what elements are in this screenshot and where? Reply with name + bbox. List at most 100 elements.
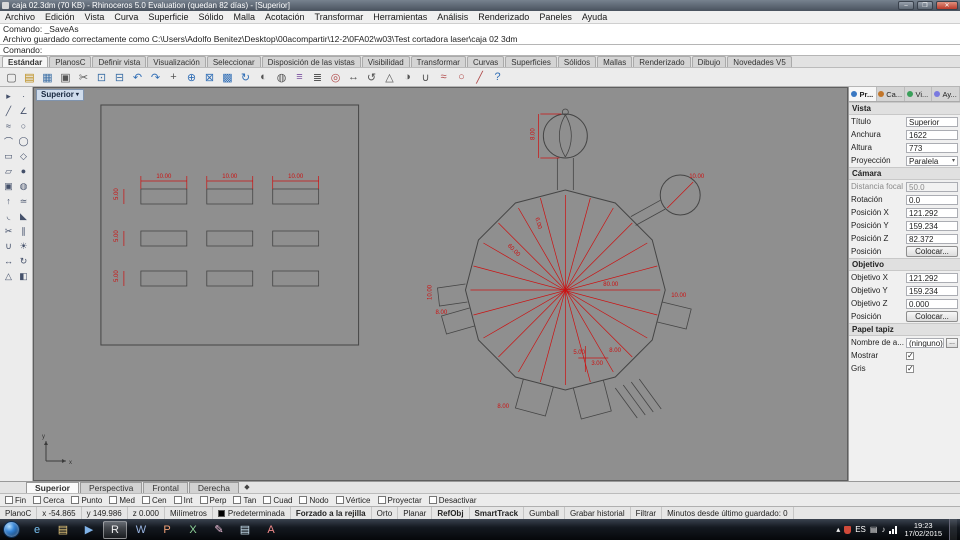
toolbar-tab[interactable]: Disposición de las vistas bbox=[261, 56, 361, 67]
tab-capas[interactable]: Ca... bbox=[876, 87, 905, 101]
checkbox-icon[interactable] bbox=[233, 496, 242, 504]
line-icon[interactable]: ╱ bbox=[471, 69, 488, 85]
save-icon[interactable]: ▦ bbox=[39, 69, 56, 85]
close-button[interactable]: ✕ bbox=[936, 1, 958, 10]
layers-icon[interactable]: ≡ bbox=[291, 69, 308, 85]
zoom-extents-icon[interactable]: ▩ bbox=[219, 69, 236, 85]
curve-icon[interactable]: ≈ bbox=[435, 69, 452, 85]
cylinder-tool-icon[interactable]: ◍ bbox=[16, 179, 31, 193]
new-file-icon[interactable]: ▢ bbox=[3, 69, 20, 85]
extrude-tool-icon[interactable]: ↑ bbox=[1, 194, 16, 208]
menu-item[interactable]: Sólido bbox=[193, 12, 228, 22]
proyeccion-dropdown[interactable]: Paralela bbox=[906, 155, 958, 166]
toolbar-tab[interactable]: Definir vista bbox=[92, 56, 147, 67]
volume-icon[interactable]: ♪ bbox=[881, 525, 885, 534]
osnap-toggle[interactable]: Tan bbox=[233, 496, 256, 505]
nombre-archivo-value[interactable]: (ninguno) bbox=[906, 337, 944, 348]
tab-visualizacion[interactable]: Vi... bbox=[904, 87, 933, 101]
viewport-tab-derecha[interactable]: Derecha bbox=[188, 482, 239, 493]
open-file-icon[interactable]: ▤ bbox=[21, 69, 38, 85]
anchura-value[interactable]: 1622 bbox=[906, 129, 958, 140]
posicion-y-value[interactable]: 159.234 bbox=[906, 220, 958, 231]
osnap-toggle[interactable]: Int bbox=[173, 496, 193, 505]
join-icon[interactable]: ∪ bbox=[417, 69, 434, 85]
viewport-tab-perspectiva[interactable]: Perspectiva bbox=[79, 482, 143, 493]
select-points-icon[interactable]: ∙ bbox=[16, 89, 31, 103]
zoom-icon[interactable]: ⊕ bbox=[183, 69, 200, 85]
undo-icon[interactable]: ↶ bbox=[129, 69, 146, 85]
box-tool-icon[interactable]: ▣ bbox=[1, 179, 16, 193]
objetivo-x-value[interactable]: 121.292 bbox=[906, 272, 958, 283]
menu-item[interactable]: Transformar bbox=[310, 12, 369, 22]
osnap-toggle[interactable]: Vértice bbox=[335, 496, 371, 505]
wireframe-view-icon[interactable]: ◍ bbox=[273, 69, 290, 85]
keyboard-icon[interactable]: ▤ bbox=[870, 525, 878, 534]
toolbar-tab[interactable]: PlanosC bbox=[49, 56, 92, 67]
notification-icon[interactable] bbox=[844, 525, 852, 534]
command-input[interactable]: Comando: bbox=[0, 44, 960, 56]
clock[interactable]: 19:23 17/02/2015 bbox=[904, 521, 942, 538]
checkbox-icon[interactable] bbox=[428, 496, 437, 504]
osnap-toggle[interactable]: Perp bbox=[199, 496, 226, 505]
mirror-tool-icon[interactable]: ◧ bbox=[16, 269, 31, 283]
checkbox-icon[interactable] bbox=[5, 496, 13, 504]
toolbar-tab[interactable]: Novedades V5 bbox=[727, 56, 792, 67]
toolbar-tab[interactable]: Sólidos bbox=[557, 56, 597, 67]
toolbar-tab[interactable]: Estándar bbox=[2, 56, 49, 67]
menu-item[interactable]: Ayuda bbox=[577, 12, 612, 22]
chamfer-tool-icon[interactable]: ◣ bbox=[16, 209, 31, 223]
layer-indicator[interactable]: Predeterminada bbox=[213, 507, 291, 519]
colocar-camera-button[interactable]: Colocar... bbox=[906, 246, 958, 257]
explode-tool-icon[interactable]: ☀ bbox=[16, 239, 31, 253]
viewport-title-tab[interactable]: Superior ▾ bbox=[36, 89, 84, 101]
select-icon[interactable]: ▸ bbox=[1, 89, 16, 103]
checkbox-icon[interactable] bbox=[263, 496, 272, 504]
titulo-value[interactable]: Superior bbox=[906, 116, 958, 127]
checkbox-icon[interactable] bbox=[33, 496, 42, 504]
paint-icon[interactable]: ✎ bbox=[207, 521, 231, 539]
gris-checkbox[interactable] bbox=[906, 364, 914, 373]
move-tool-icon[interactable]: ↔ bbox=[1, 254, 16, 268]
osnap-toggle-icon[interactable]: ◎ bbox=[327, 69, 344, 85]
menu-item[interactable]: Malla bbox=[228, 12, 260, 22]
planar-toggle[interactable]: Planar bbox=[398, 507, 433, 519]
posicion-x-value[interactable]: 121.292 bbox=[906, 207, 958, 218]
scale-icon[interactable]: △ bbox=[381, 69, 398, 85]
powerpoint-icon[interactable]: P bbox=[155, 521, 179, 539]
checkbox-icon[interactable] bbox=[335, 496, 344, 504]
menu-item[interactable]: Análisis bbox=[432, 12, 473, 22]
shaded-view-icon[interactable]: ◐ bbox=[255, 69, 272, 85]
move-icon[interactable]: ↔ bbox=[345, 69, 362, 85]
show-desktop-button[interactable] bbox=[949, 519, 957, 540]
arc-tool-icon[interactable]: ⌒ bbox=[1, 134, 16, 148]
toolbar-tab[interactable]: Transformar bbox=[410, 56, 466, 67]
notepad-icon[interactable]: ▤ bbox=[233, 521, 257, 539]
circle-tool-icon[interactable]: ○ bbox=[16, 119, 31, 133]
paste-icon[interactable]: ⊟ bbox=[111, 69, 128, 85]
toolbar-tab[interactable]: Visibilidad bbox=[361, 56, 410, 67]
altura-value[interactable]: 773 bbox=[906, 142, 958, 153]
join-tool-icon[interactable]: ∪ bbox=[1, 239, 16, 253]
pan-icon[interactable]: + bbox=[165, 69, 182, 85]
fillet-tool-icon[interactable]: ◟ bbox=[1, 209, 16, 223]
explorer-icon[interactable]: ▤ bbox=[51, 521, 75, 539]
zoom-window-icon[interactable]: ⊠ bbox=[201, 69, 218, 85]
line-tool-icon[interactable]: ╱ bbox=[1, 104, 16, 118]
ortho-toggle[interactable]: Orto bbox=[372, 507, 399, 519]
trim-tool-icon[interactable]: ✂ bbox=[1, 224, 16, 238]
osnap-toggle-button[interactable]: RefObj bbox=[432, 507, 470, 519]
checkbox-icon[interactable] bbox=[173, 496, 182, 504]
loft-tool-icon[interactable]: ≃ bbox=[16, 194, 31, 208]
checkbox-icon[interactable] bbox=[71, 496, 80, 504]
menu-item[interactable]: Renderizado bbox=[473, 12, 534, 22]
toolbar-tab[interactable]: Renderizado bbox=[633, 56, 691, 67]
toolbar-tab[interactable]: Superficies bbox=[505, 56, 557, 67]
posicion-z-value[interactable]: 82.372 bbox=[906, 233, 958, 244]
circle-icon[interactable]: ○ bbox=[453, 69, 470, 85]
osnap-toggle[interactable]: Punto bbox=[71, 496, 102, 505]
osnap-toggle[interactable]: Nodo bbox=[299, 496, 329, 505]
menu-item[interactable]: Acotación bbox=[260, 12, 310, 22]
excel-icon[interactable]: X bbox=[181, 521, 205, 539]
scale-tool-icon[interactable]: △ bbox=[1, 269, 16, 283]
media-player-icon[interactable]: ▶ bbox=[77, 521, 101, 539]
